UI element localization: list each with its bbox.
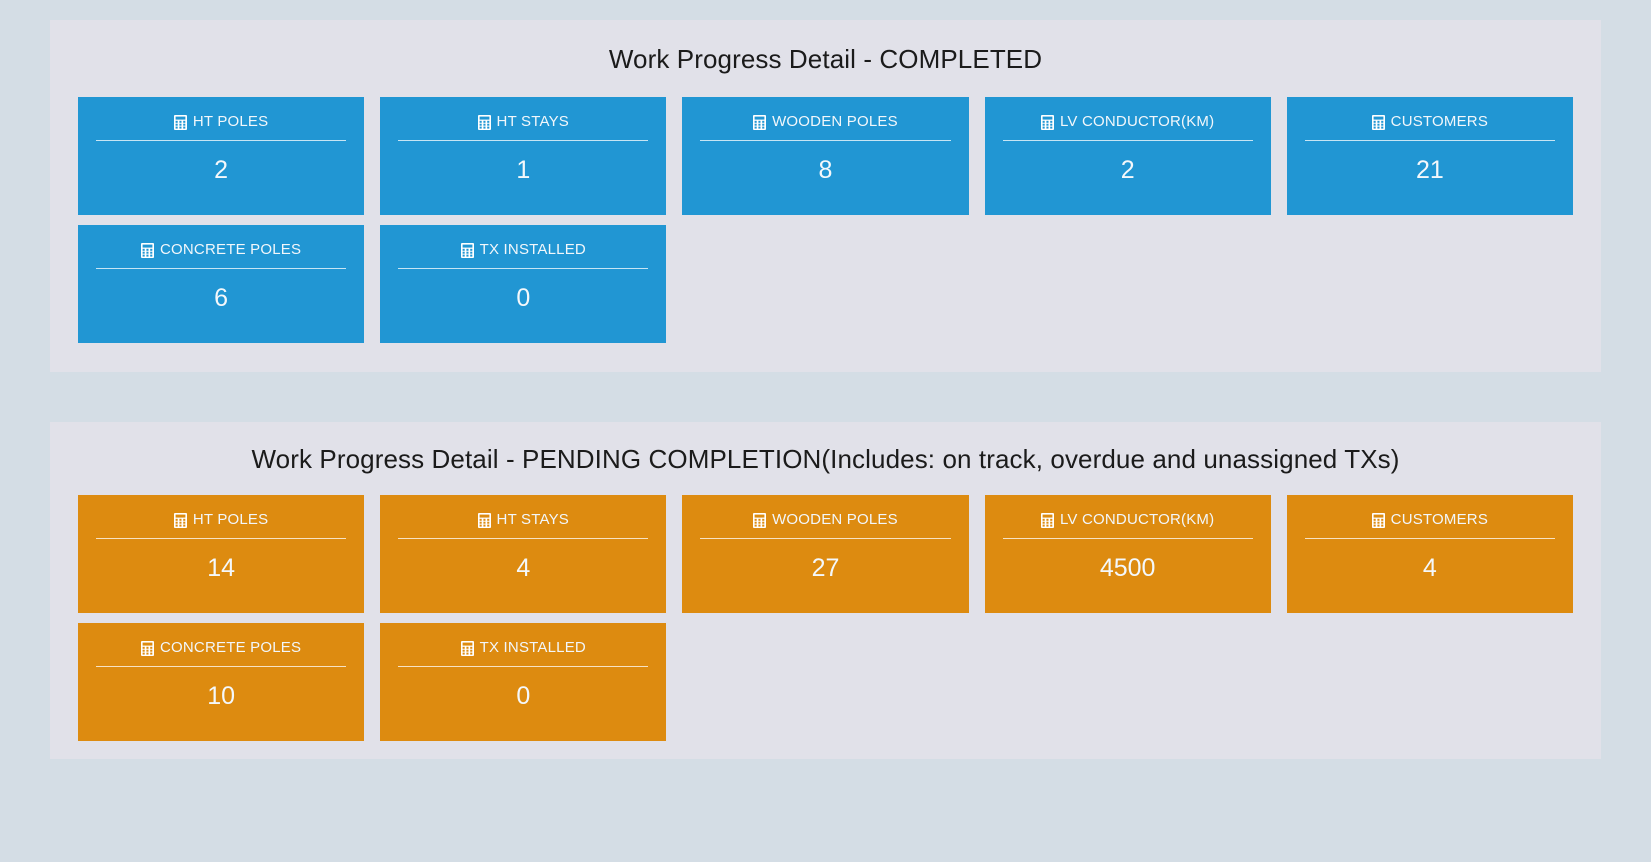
stat-card-header: HT STAYS bbox=[396, 509, 650, 529]
stat-card-label: CONCRETE POLES bbox=[160, 638, 302, 656]
stat-card-label: LV CONDUCTOR(KM) bbox=[1059, 112, 1215, 130]
calculator-icon bbox=[460, 242, 474, 258]
page-title-completed: Work Progress Detail - COMPLETED bbox=[608, 44, 1043, 74]
stat-card-value: 4 bbox=[516, 553, 531, 582]
stat-card-header: WOODEN POLES bbox=[698, 111, 952, 131]
stat-card-concrete-poles[interactable]: CONCRETE POLES 6 bbox=[78, 225, 365, 344]
stat-card-value: 1 bbox=[516, 155, 531, 184]
calculator-icon bbox=[1040, 114, 1054, 130]
stat-card-customers[interactable]: CUSTOMERS 4 bbox=[1286, 495, 1573, 614]
calculator-icon bbox=[1040, 512, 1054, 528]
stat-card-header: CONCRETE POLES bbox=[94, 239, 348, 259]
stat-card-header: CUSTOMERS bbox=[1303, 509, 1557, 529]
work-progress-pending-panel: Work Progress Detail - PENDING COMPLETIO… bbox=[50, 422, 1601, 759]
work-progress-completed-panel: Work Progress Detail - COMPLETED HT POLE… bbox=[50, 20, 1601, 372]
card-cell: HT STAYS 4 bbox=[372, 495, 674, 623]
stat-card-label: TX INSTALLED bbox=[479, 240, 586, 258]
stat-card-wooden-poles[interactable]: WOODEN POLES 27 bbox=[682, 495, 969, 614]
stat-card-value: 4 bbox=[1422, 553, 1437, 582]
card-cell: CONCRETE POLES 10 bbox=[70, 623, 372, 751]
stat-card-value: 4500 bbox=[1099, 553, 1156, 582]
stat-card-label: WOODEN POLES bbox=[772, 112, 898, 130]
card-cell: CUSTOMERS 21 bbox=[1279, 97, 1581, 225]
card-cell: LV CONDUCTOR(KM) 2 bbox=[977, 97, 1279, 225]
stat-card-label: CONCRETE POLES bbox=[160, 240, 302, 258]
stat-card-lv-conductor-km[interactable]: LV CONDUCTOR(KM) 4500 bbox=[984, 495, 1271, 614]
calculator-icon bbox=[753, 512, 767, 528]
card-cell: LV CONDUCTOR(KM) 4500 bbox=[977, 495, 1279, 623]
calculator-icon bbox=[753, 114, 767, 130]
calculator-icon bbox=[477, 114, 491, 130]
stat-card-value: 10 bbox=[207, 681, 235, 710]
stat-card-header: HT POLES bbox=[94, 111, 348, 131]
stat-card-header: CUSTOMERS bbox=[1303, 111, 1557, 131]
page-title-pending: Work Progress Detail - PENDING COMPLETIO… bbox=[251, 444, 1400, 474]
stat-card-concrete-poles[interactable]: CONCRETE POLES 10 bbox=[78, 623, 365, 742]
calculator-icon bbox=[173, 114, 187, 130]
stat-card-label: CUSTOMERS bbox=[1390, 112, 1489, 130]
stat-card-value: 6 bbox=[214, 283, 229, 312]
card-cell: WOODEN POLES 27 bbox=[674, 495, 976, 623]
stat-card-tx-installed[interactable]: TX INSTALLED 0 bbox=[380, 225, 667, 344]
card-cell: HT POLES 14 bbox=[70, 495, 372, 623]
calculator-icon bbox=[477, 512, 491, 528]
stat-card-value: 14 bbox=[207, 553, 235, 582]
stat-card-header: LV CONDUCTOR(KM) bbox=[1001, 111, 1255, 131]
card-cell: CUSTOMERS 4 bbox=[1279, 495, 1581, 623]
completed-card-grid: HT POLES 2 HT STAYS 1 WOODEN POLES 8 LV … bbox=[50, 97, 1601, 353]
stat-card-value: 0 bbox=[516, 681, 531, 710]
stat-card-value: 2 bbox=[214, 155, 229, 184]
stat-card-header: CONCRETE POLES bbox=[94, 637, 348, 657]
card-cell: CONCRETE POLES 6 bbox=[70, 225, 372, 353]
card-cell: HT STAYS 1 bbox=[372, 97, 674, 225]
stat-card-header: TX INSTALLED bbox=[396, 239, 650, 259]
calculator-icon bbox=[1371, 114, 1385, 130]
stat-card-header: HT STAYS bbox=[396, 111, 650, 131]
stat-card-wooden-poles[interactable]: WOODEN POLES 8 bbox=[682, 97, 969, 216]
calculator-icon bbox=[460, 640, 474, 656]
stat-card-ht-stays[interactable]: HT STAYS 4 bbox=[380, 495, 667, 614]
stat-card-value: 21 bbox=[1415, 155, 1444, 184]
stat-card-tx-installed[interactable]: TX INSTALLED 0 bbox=[380, 623, 667, 742]
stat-card-label: LV CONDUCTOR(KM) bbox=[1059, 510, 1215, 528]
stat-card-ht-stays[interactable]: HT STAYS 1 bbox=[380, 97, 667, 216]
calculator-icon bbox=[1371, 512, 1385, 528]
pending-card-grid: HT POLES 14 HT STAYS 4 WOODEN POLES 27 L… bbox=[50, 495, 1601, 751]
stat-card-customers[interactable]: CUSTOMERS 21 bbox=[1286, 97, 1573, 216]
stat-card-header: WOODEN POLES bbox=[698, 509, 952, 529]
dashboard-page: Work Progress Detail - COMPLETED HT POLE… bbox=[0, 20, 1651, 862]
stat-card-value: 8 bbox=[818, 155, 833, 184]
card-cell: TX INSTALLED 0 bbox=[372, 623, 674, 751]
stat-card-label: WOODEN POLES bbox=[772, 510, 898, 528]
stat-card-ht-poles[interactable]: HT POLES 14 bbox=[78, 495, 365, 614]
stat-card-header: HT POLES bbox=[94, 509, 348, 529]
stat-card-header: LV CONDUCTOR(KM) bbox=[1001, 509, 1255, 529]
stat-card-value: 0 bbox=[516, 283, 531, 312]
stat-card-label: HT POLES bbox=[192, 510, 269, 528]
stat-card-value: 27 bbox=[811, 553, 840, 582]
calculator-icon bbox=[141, 242, 154, 258]
card-cell: WOODEN POLES 8 bbox=[674, 97, 976, 225]
stat-card-header: TX INSTALLED bbox=[396, 637, 650, 657]
card-cell: TX INSTALLED 0 bbox=[372, 225, 674, 353]
card-cell: HT POLES 2 bbox=[70, 97, 372, 225]
calculator-icon bbox=[173, 512, 187, 528]
stat-card-label: CUSTOMERS bbox=[1390, 510, 1489, 528]
stat-card-lv-conductor-km[interactable]: LV CONDUCTOR(KM) 2 bbox=[984, 97, 1271, 216]
stat-card-label: HT STAYS bbox=[496, 510, 569, 528]
stat-card-ht-poles[interactable]: HT POLES 2 bbox=[78, 97, 365, 216]
stat-card-value: 2 bbox=[1120, 155, 1135, 184]
stat-card-label: HT STAYS bbox=[496, 112, 569, 130]
stat-card-label: TX INSTALLED bbox=[479, 638, 586, 656]
stat-card-label: HT POLES bbox=[192, 112, 269, 130]
calculator-icon bbox=[141, 640, 154, 656]
